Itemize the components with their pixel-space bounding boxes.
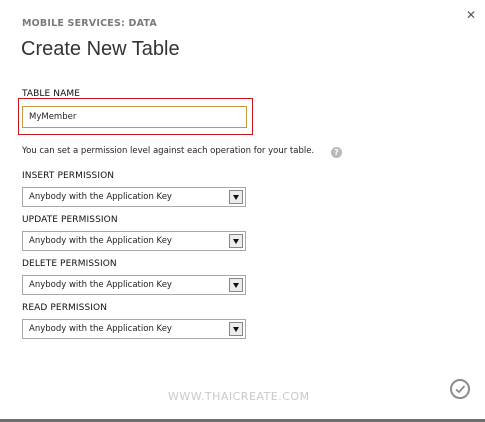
delete-permission-value: Anybody with the Application Key: [29, 280, 172, 290]
delete-permission-label: DELETE PERMISSION: [22, 259, 117, 269]
insert-permission-label: INSERT PERMISSION: [22, 171, 115, 181]
insert-permission-value: Anybody with the Application Key: [29, 192, 172, 202]
watermark: WWW.THAICREATE.COM: [168, 390, 310, 403]
read-permission-select[interactable]: Anybody with the Application Key: [22, 319, 246, 339]
dialog-title: Create New Table: [21, 38, 180, 60]
permission-help-text: You can set a permission level against e…: [22, 146, 315, 156]
chevron-down-icon[interactable]: [229, 234, 243, 248]
create-table-dialog: ✕ MOBILE SERVICES: DATA Create New Table…: [0, 0, 485, 422]
chevron-down-icon[interactable]: [229, 278, 243, 292]
update-permission-label: UPDATE PERMISSION: [22, 215, 118, 225]
help-icon[interactable]: ?: [331, 147, 342, 158]
update-permission-value: Anybody with the Application Key: [29, 236, 172, 246]
checkmark-icon: [455, 385, 466, 394]
update-permission-select[interactable]: Anybody with the Application Key: [22, 231, 246, 251]
confirm-button[interactable]: [450, 379, 470, 399]
table-name-input[interactable]: [22, 106, 247, 128]
delete-permission-select[interactable]: Anybody with the Application Key: [22, 275, 246, 295]
read-permission-value: Anybody with the Application Key: [29, 324, 172, 334]
dialog-eyebrow: MOBILE SERVICES: DATA: [22, 18, 157, 29]
chevron-down-icon[interactable]: [229, 190, 243, 204]
close-icon[interactable]: ✕: [465, 9, 477, 21]
read-permission-label: READ PERMISSION: [22, 303, 108, 313]
chevron-down-icon[interactable]: [229, 322, 243, 336]
insert-permission-select[interactable]: Anybody with the Application Key: [22, 187, 246, 207]
